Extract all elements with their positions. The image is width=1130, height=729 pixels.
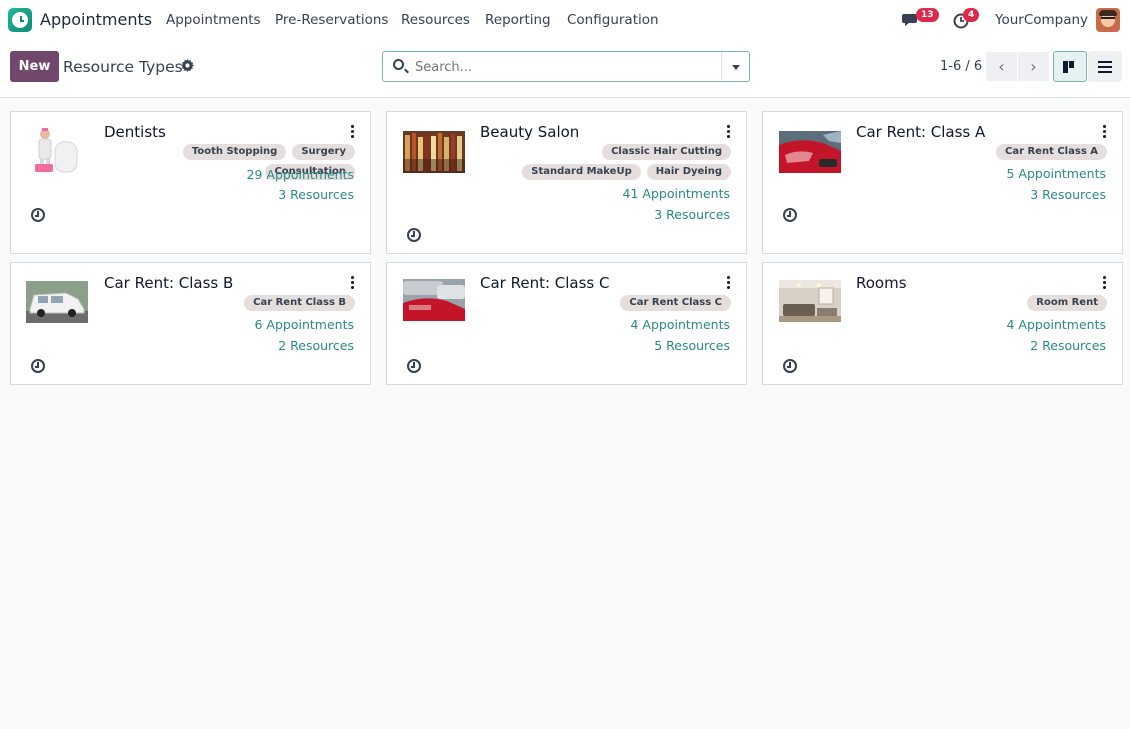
search-options-caret-icon[interactable] [732,65,740,70]
menu-reporting[interactable]: Reporting [485,12,551,28]
card-title[interactable]: Rooms [856,274,907,292]
appointments-link[interactable]: 6 Appointments [255,317,355,332]
pager-previous-button[interactable]: ‹ [986,52,1017,81]
card-image [779,131,841,173]
user-avatar[interactable] [1096,8,1120,32]
control-panel: New Resource Types 1-6 / 6 ‹ › [0,40,1130,98]
tag: Classic Hair Cutting [602,144,731,160]
clock-icon[interactable] [783,359,797,373]
app-logo-icon[interactable] [8,8,32,32]
appointments-link[interactable]: 4 Appointments [631,317,731,332]
appointments-link[interactable]: 4 Appointments [1007,317,1107,332]
card-tags: Classic Hair Cutting Standard MakeUp Hai… [491,144,731,180]
card-tags: Car Rent Class C [491,295,731,311]
tag: Room Rent [1027,295,1107,311]
kanban-card-dentists[interactable]: Dentists Tooth Stopping Surgery Consulta… [10,111,371,254]
list-view-button[interactable] [1088,51,1122,82]
clock-icon[interactable] [31,359,45,373]
card-title[interactable]: Beauty Salon [480,123,579,141]
card-image [25,124,85,180]
resources-link[interactable]: 2 Resources [1030,338,1106,353]
card-menu-kebab-icon[interactable] [721,274,735,290]
page-title: Resource Types [63,58,183,76]
app-brand[interactable]: Appointments [40,10,152,29]
appointments-link[interactable]: 29 Appointments [247,167,354,182]
clock-icon[interactable] [31,208,45,222]
appointments-link[interactable]: 5 Appointments [1007,166,1107,181]
card-title[interactable]: Car Rent: Class C [480,274,610,292]
appointments-link[interactable]: 41 Appointments [623,186,730,201]
card-menu-kebab-icon[interactable] [1097,123,1111,139]
card-menu-kebab-icon[interactable] [345,274,359,290]
kanban-view-button[interactable] [1053,51,1087,82]
resources-link[interactable]: 3 Resources [1030,187,1106,202]
company-switcher[interactable]: YourCompany [995,12,1088,28]
kanban-card-car-rent-class-c[interactable]: Car Rent: Class C Car Rent Class C 4 App… [386,262,747,385]
card-image [403,279,465,321]
clock-icon[interactable] [407,228,421,242]
kanban-card-car-rent-class-a[interactable]: Car Rent: Class A Car Rent Class A 5 App… [762,111,1123,254]
tag: Hair Dyeing [646,164,731,180]
tag: Tooth Stopping [182,144,287,160]
activities-badge: 4 [963,8,980,22]
menu-configuration[interactable]: Configuration [567,12,659,28]
resources-link[interactable]: 3 Resources [278,187,354,202]
tag: Car Rent Class C [620,295,731,311]
tag: Car Rent Class B [244,295,355,311]
pager-value[interactable]: 1-6 / 6 [940,59,982,74]
new-button[interactable]: New [10,51,59,82]
card-title[interactable]: Car Rent: Class B [104,274,233,292]
kanban-card-rooms[interactable]: Rooms Room Rent 4 Appointments 2 Resourc… [762,262,1123,385]
search-input[interactable] [415,57,715,77]
card-image [26,281,88,323]
kanban-icon [1063,60,1074,73]
clock-icon[interactable] [407,359,421,373]
clock-icon[interactable] [783,208,797,222]
resources-link[interactable]: 5 Resources [654,338,730,353]
resources-link[interactable]: 3 Resources [654,207,730,222]
card-menu-kebab-icon[interactable] [345,123,359,139]
kanban-card-car-rent-class-b[interactable]: Car Rent: Class B Car Rent Class B 6 App… [10,262,371,385]
card-tags: Car Rent Class A [867,144,1107,160]
card-title[interactable]: Car Rent: Class A [856,123,985,141]
card-image [403,131,465,173]
list-icon [1098,60,1112,73]
top-navbar: Appointments Appointments Pre-Reservatio… [0,0,1130,40]
tag: Surgery [292,144,355,160]
messages-badge: 13 [916,8,939,22]
search-bar[interactable] [382,51,750,82]
card-title[interactable]: Dentists [104,123,166,141]
tag: Standard MakeUp [522,164,641,180]
tag: Car Rent Class A [995,144,1107,160]
search-divider [721,52,722,81]
menu-appointments[interactable]: Appointments [166,12,261,28]
gear-icon[interactable] [181,59,194,76]
card-menu-kebab-icon[interactable] [721,123,735,139]
kanban-card-beauty-salon[interactable]: Beauty Salon Classic Hair Cutting Standa… [386,111,747,254]
resources-link[interactable]: 2 Resources [278,338,354,353]
menu-resources[interactable]: Resources [401,12,470,28]
card-menu-kebab-icon[interactable] [1097,274,1111,290]
card-image [779,280,841,322]
card-tags: Car Rent Class B [115,295,355,311]
menu-pre-reservations[interactable]: Pre-Reservations [275,12,388,28]
card-tags: Room Rent [867,295,1107,311]
search-icon [393,59,404,70]
pager-next-button[interactable]: › [1018,52,1049,81]
